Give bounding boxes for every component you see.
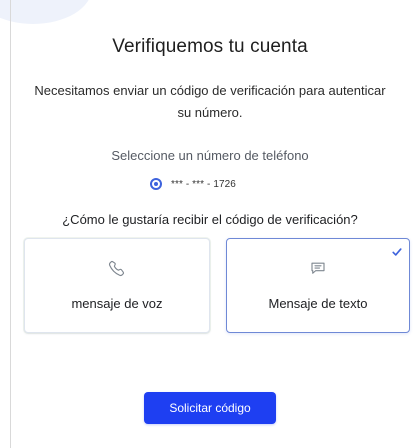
corner-decoration [0,0,92,24]
delivery-method-question: ¿Cómo le gustaría recibir el código de v… [62,212,358,227]
phone-option[interactable]: *** - *** - 1726 [150,175,236,193]
phone-select-label: Seleccione un número de teléfono [111,148,309,163]
voice-message-option[interactable]: mensaje de voz [24,238,210,333]
request-code-button[interactable]: Solicitar código [144,392,276,424]
text-message-option[interactable]: Mensaje de texto [226,238,410,333]
message-icon [311,262,325,274]
verification-description: Necesitamos enviar un código de verifica… [34,83,386,120]
phone-number-value: *** - *** - 1726 [171,178,236,190]
text-message-label: Mensaje de texto [268,296,368,311]
phone-radio-button[interactable] [150,178,162,190]
phone-icon [108,260,125,277]
checkmark-icon [392,248,402,256]
verification-screen: Verifiquemos tu cuenta Necesitamos envia… [0,0,420,448]
page-title: Verifiquemos tu cuenta [112,36,308,57]
voice-message-label: mensaje de voz [71,296,163,311]
